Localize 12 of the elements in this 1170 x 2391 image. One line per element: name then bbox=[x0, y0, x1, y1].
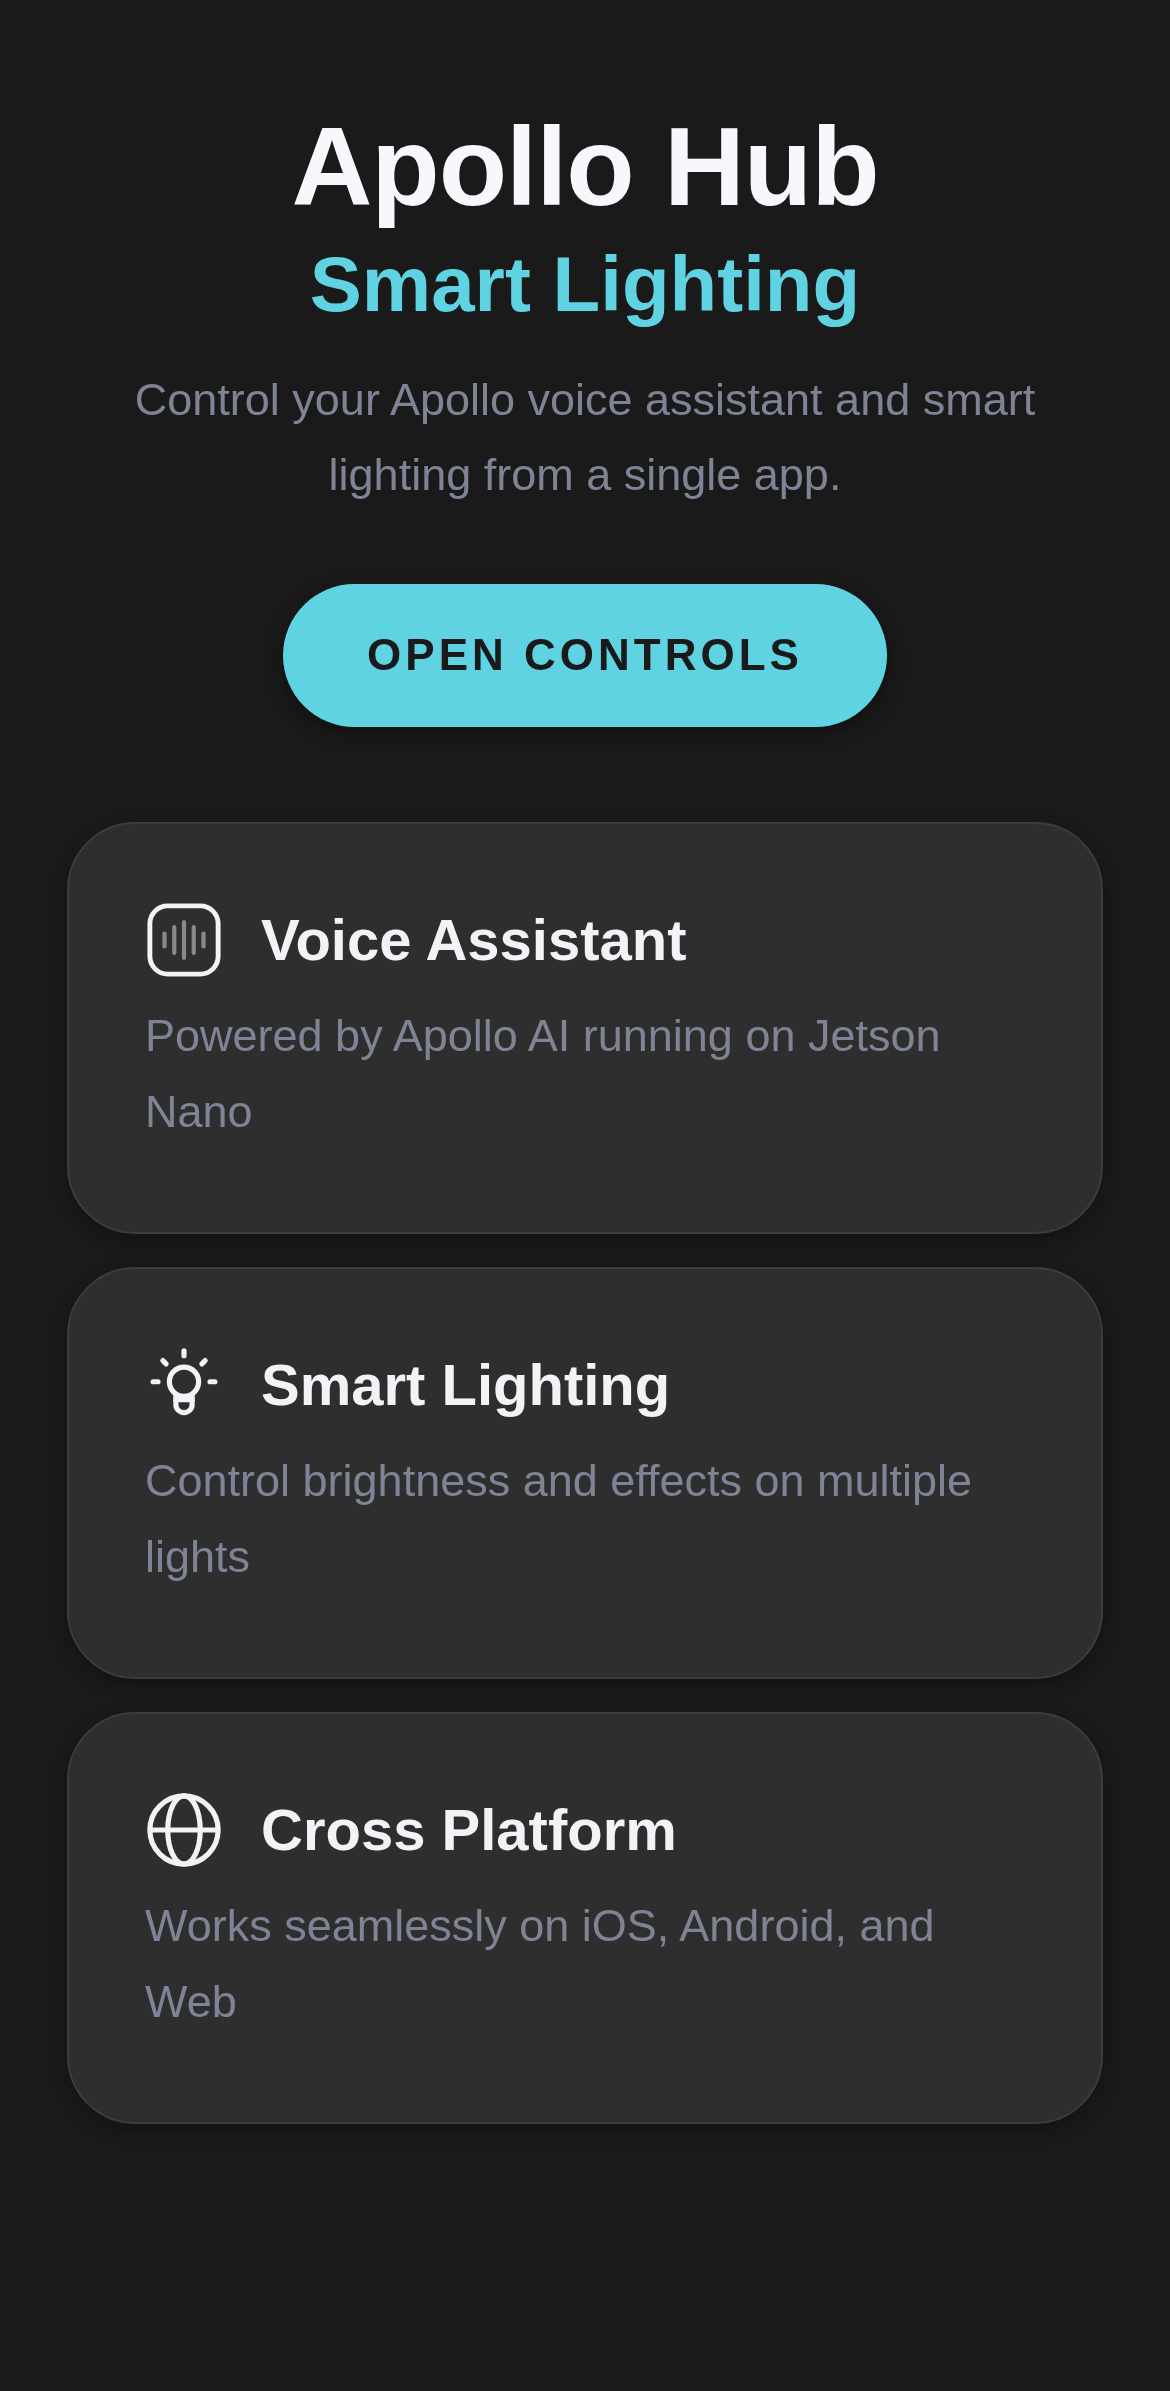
feature-description: Control brightness and effects on multiple lights bbox=[145, 1454, 974, 1584]
globe-icon bbox=[145, 1791, 223, 1869]
open-controls-button[interactable]: OPEN CONTROLS bbox=[283, 584, 887, 727]
feature-title: Voice Assistant bbox=[261, 906, 687, 974]
feature-description: Works seamlessly on iOS, Android, and Web bbox=[145, 1899, 936, 2029]
app-subtitle: Smart Lighting bbox=[309, 239, 861, 331]
feature-title: Smart Lighting bbox=[261, 1351, 671, 1419]
app-title: Apollo Hub bbox=[291, 103, 879, 231]
feature-title: Cross Platform bbox=[261, 1796, 677, 1864]
intro-text: Control your Apollo voice assistant and smart lighting from a single app. bbox=[133, 373, 1037, 502]
waveform-icon bbox=[145, 901, 223, 979]
feature-description: Powered by Apollo AI running on Jetson Nano bbox=[145, 1009, 942, 1139]
